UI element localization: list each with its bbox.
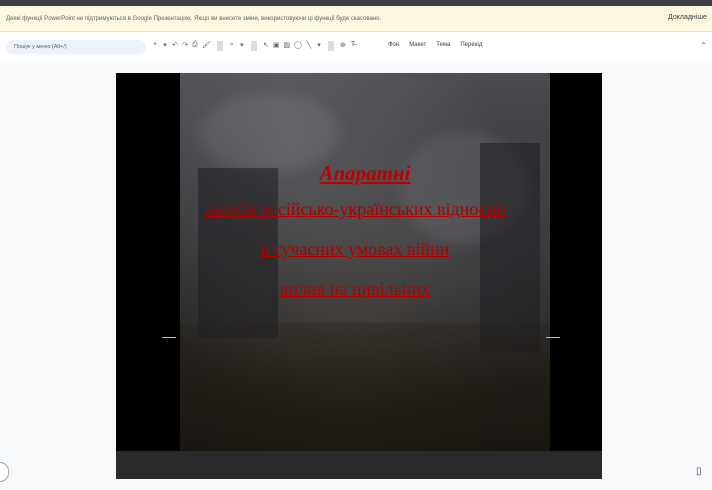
toolbar-divider: [327, 41, 334, 51]
undo-icon[interactable]: ↶: [172, 41, 178, 51]
paint-format-icon[interactable]: 🖌: [202, 41, 211, 51]
resize-handle-right[interactable]: [546, 337, 560, 338]
toolbar-icons: + ▾ ↶ ↷ ⎙ 🖌 ⌕ ▾ ↖ ▣ ▨ ◯ ╲ ▾ ⊕ T̶: [152, 41, 356, 51]
line-icon[interactable]: ╲: [306, 41, 312, 51]
banner-learn-more-link[interactable]: Докладніше: [668, 14, 707, 21]
toolbar-menus: Фон Макет Тема Перехід: [388, 42, 482, 48]
shape-icon[interactable]: ◯: [294, 41, 302, 51]
redo-icon[interactable]: ↷: [182, 41, 188, 51]
slide-text-line-3[interactable]: вплив на цивільних: [152, 279, 558, 300]
background-menu[interactable]: Фон: [388, 42, 399, 48]
editor-toolbar: Пошук у меню (Alt+/) + ▾ ↶ ↷ ⎙ 🖌 ⌕ ▾ ↖ ▣…: [0, 32, 712, 62]
slide-text-line-2[interactable]: в сучасних умовах війни: [152, 239, 558, 260]
chevron-down-icon[interactable]: ▾: [162, 41, 168, 51]
slide-canvas[interactable]: Апаратні засоби російсько-українських ві…: [116, 73, 602, 479]
slide-background-photo: [180, 73, 550, 451]
menu-search-input[interactable]: Пошук у меню (Alt+/): [6, 40, 146, 54]
toolbar-divider: [250, 41, 257, 51]
compatibility-banner: Деякі функції PowerPoint не підтримуютьс…: [0, 6, 712, 32]
collapse-toolbar-icon[interactable]: ⌃: [700, 41, 707, 50]
print-icon[interactable]: ⎙: [192, 41, 198, 51]
side-panel-toggle[interactable]: [0, 462, 9, 482]
text-box-icon[interactable]: ▣: [273, 41, 280, 51]
zoom-icon[interactable]: ⌕: [229, 41, 235, 51]
select-cursor-icon[interactable]: ↖: [263, 41, 269, 51]
toolbar-divider: [216, 41, 223, 51]
slide-bottom-bar: [116, 451, 602, 479]
comment-icon[interactable]: ⊕: [340, 41, 346, 51]
text-format-icon[interactable]: T̶: [350, 41, 356, 51]
transition-menu[interactable]: Перехід: [460, 42, 482, 48]
slide-title[interactable]: Апаратні: [180, 161, 550, 186]
image-icon[interactable]: ▨: [284, 41, 291, 51]
chevron-down-icon[interactable]: ▾: [239, 41, 245, 51]
rubble-area: [180, 323, 550, 451]
theme-menu[interactable]: Тема: [436, 42, 450, 48]
banner-message: Деякі функції PowerPoint не підтримуютьс…: [6, 15, 382, 22]
layout-menu[interactable]: Макет: [409, 42, 426, 48]
resize-handle-left[interactable]: [162, 337, 176, 338]
chevron-down-icon[interactable]: ▾: [316, 41, 322, 51]
speaker-notes-icon[interactable]: ▯: [696, 466, 702, 477]
slide-text-line-1[interactable]: засоби російсько-українських відносин: [152, 199, 558, 220]
add-slide-icon[interactable]: +: [152, 41, 158, 51]
